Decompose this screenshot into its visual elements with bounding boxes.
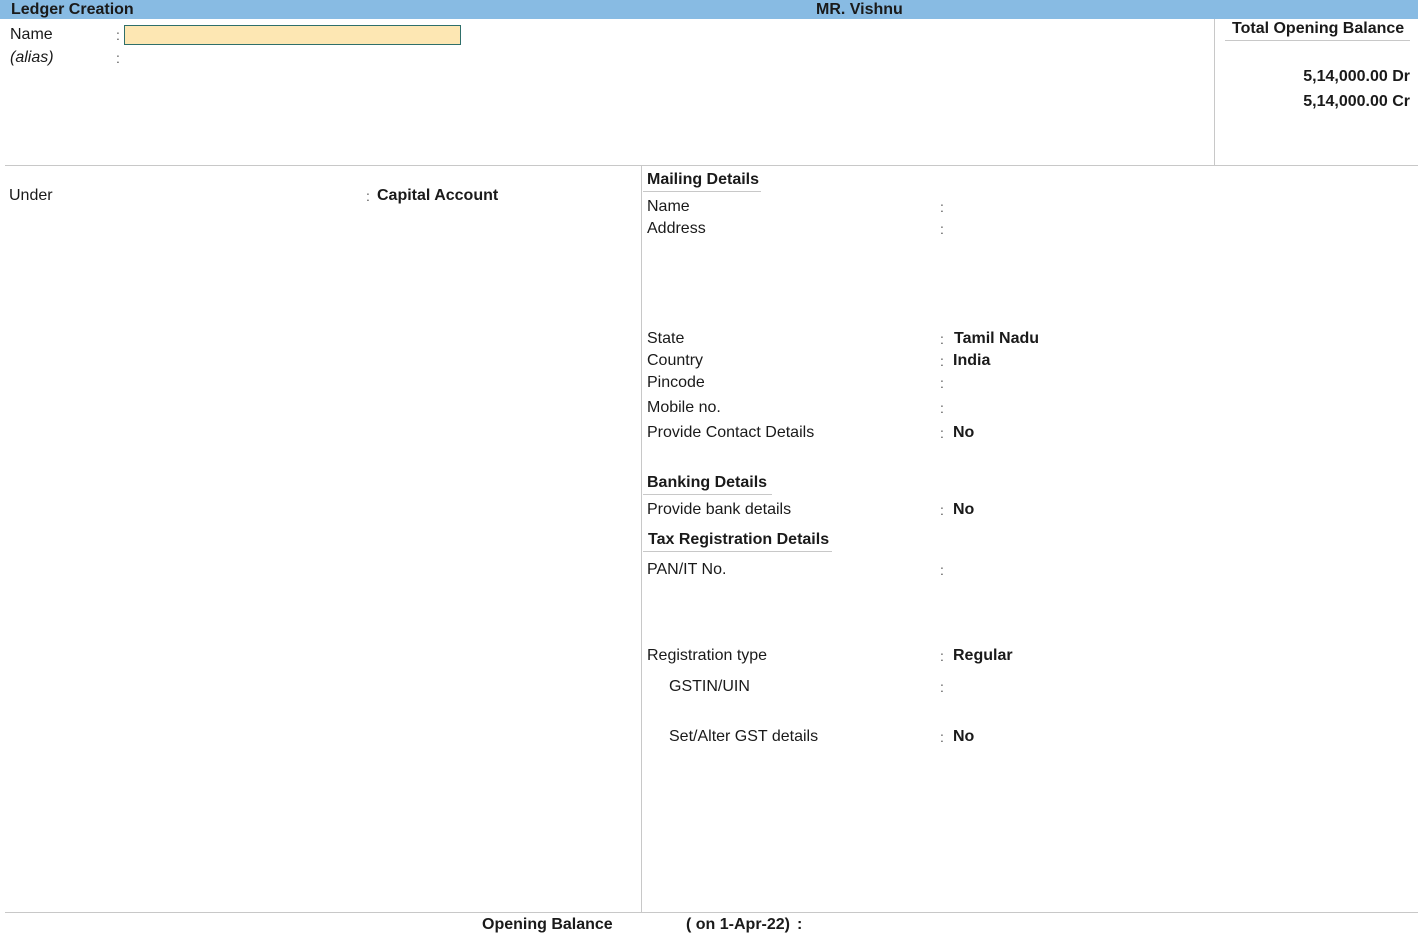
mailing-state-label: State [647,330,685,347]
mailing-address-separator: : [940,221,944,237]
set-alter-gst-label: Set/Alter GST details [669,728,819,745]
total-opening-balance-title: Total Opening Balance [1232,20,1405,37]
opening-balance-label: Opening Balance [482,916,613,933]
total-opening-balance-underline [1225,40,1410,41]
mailing-address-label: Address [647,220,706,237]
mailing-mobile-separator: : [940,400,944,416]
provide-bank-details-value[interactable]: No [953,501,974,519]
mailing-pincode-separator: : [940,375,944,391]
pan-label: PAN/IT No. [647,561,727,578]
gstin-label: GSTIN/UIN [669,678,750,695]
set-alter-gst-value[interactable]: No [953,728,974,746]
gstin-separator: : [940,679,944,695]
total-opening-balance-debit: 5,14,000.00 Dr [1303,68,1410,85]
pan-separator: : [940,562,944,578]
screen-title: Ledger Creation [11,1,134,18]
registration-type-separator: : [940,648,944,664]
header-divider [5,165,1418,166]
under-label: Under [9,187,53,204]
mailing-state-value[interactable]: Tamil Nadu [954,330,1039,348]
registration-type-value[interactable]: Regular [953,647,1013,665]
mailing-details-heading: Mailing Details [647,171,760,188]
mailing-name-label: Name [647,198,690,215]
column-divider [641,166,642,912]
opening-balance-separator: : [797,916,803,933]
provide-contact-details-label: Provide Contact Details [647,424,815,441]
footer-divider [5,912,1418,913]
provide-bank-details-separator: : [940,502,944,518]
mailing-mobile-label: Mobile no. [647,399,721,416]
tax-registration-underline [643,551,832,552]
ledger-name-input[interactable] [124,25,461,45]
mailing-country-label: Country [647,352,704,369]
provide-contact-details-separator: : [940,425,944,441]
alias-separator: : [116,50,120,66]
alias-label: (alias) [10,49,54,66]
set-alter-gst-separator: : [940,729,944,745]
mailing-details-underline [643,191,761,192]
opening-balance-value[interactable] [812,916,962,936]
ledger-alias-field[interactable] [124,48,461,68]
mailing-country-value[interactable]: India [953,352,990,370]
name-separator: : [116,27,120,43]
registration-type-label: Registration type [647,647,768,664]
total-opening-balance-credit: 5,14,000.00 Cr [1303,93,1410,110]
mailing-pincode-label: Pincode [647,374,705,391]
title-bar [0,0,1418,19]
mailing-name-separator: : [940,199,944,215]
opening-balance-date: ( on 1-Apr-22) [686,916,790,933]
name-label: Name [10,26,53,43]
mailing-country-separator: : [940,353,944,369]
company-name: MR. Vishnu [816,1,903,18]
under-separator: : [366,188,370,204]
under-value[interactable]: Capital Account [377,187,498,205]
provide-bank-details-label: Provide bank details [647,501,792,518]
tax-registration-heading: Tax Registration Details [648,531,830,548]
banking-details-underline [643,494,772,495]
mailing-state-separator: : [940,331,944,347]
banking-details-heading: Banking Details [647,474,768,491]
provide-contact-details-value[interactable]: No [953,424,974,442]
